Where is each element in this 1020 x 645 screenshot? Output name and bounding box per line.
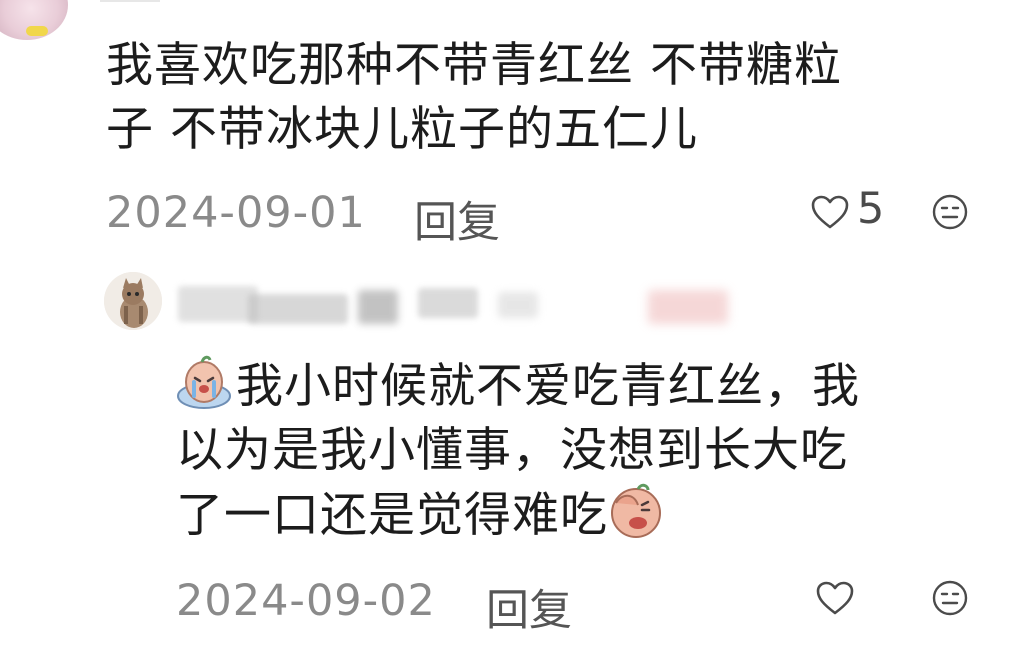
facepalm-emoji [608, 483, 664, 539]
comment-body[interactable]: 我小时候就不爱吃青红丝，我 以为是我小懂事，没想到长大吃 了一口还是觉得难吃 [176, 354, 996, 548]
like-count: 5 [857, 184, 885, 234]
comment-line-text: 了一口还是觉得难吃 [176, 488, 608, 543]
meh-face-icon[interactable] [931, 193, 969, 231]
comment-line: 以为是我小懂事，没想到长大吃 [176, 423, 848, 478]
meh-face-icon[interactable] [931, 579, 969, 617]
comment-line: 了一口还是觉得难吃 [176, 483, 996, 548]
reply-button[interactable]: 回复 [414, 188, 500, 250]
comment-line: 我喜欢吃那种不带青红丝 不带糖粒 [106, 38, 842, 93]
bow-decoration [26, 26, 48, 36]
heart-outline-icon[interactable] [810, 194, 850, 230]
crying-emoji [176, 354, 232, 410]
heart-outline-icon[interactable] [815, 580, 855, 616]
username-redacted[interactable] [178, 280, 758, 326]
reply-button[interactable]: 回复 [486, 576, 572, 638]
avatar[interactable] [0, 0, 68, 40]
comment-body[interactable]: 我喜欢吃那种不带青红丝 不带糖粒 子 不带冰块儿粒子的五仁儿 [106, 34, 986, 162]
divider [100, 0, 160, 2]
comment-date: 2024-09-01 [106, 188, 366, 238]
comment-line-text: 我小时候就不爱吃青红丝，我 [236, 359, 860, 414]
avatar[interactable] [104, 272, 162, 330]
comment-line: 我小时候就不爱吃青红丝，我 [176, 354, 996, 419]
comment-date: 2024-09-02 [176, 576, 436, 626]
comment-line: 子 不带冰块儿粒子的五仁儿 [106, 102, 698, 157]
